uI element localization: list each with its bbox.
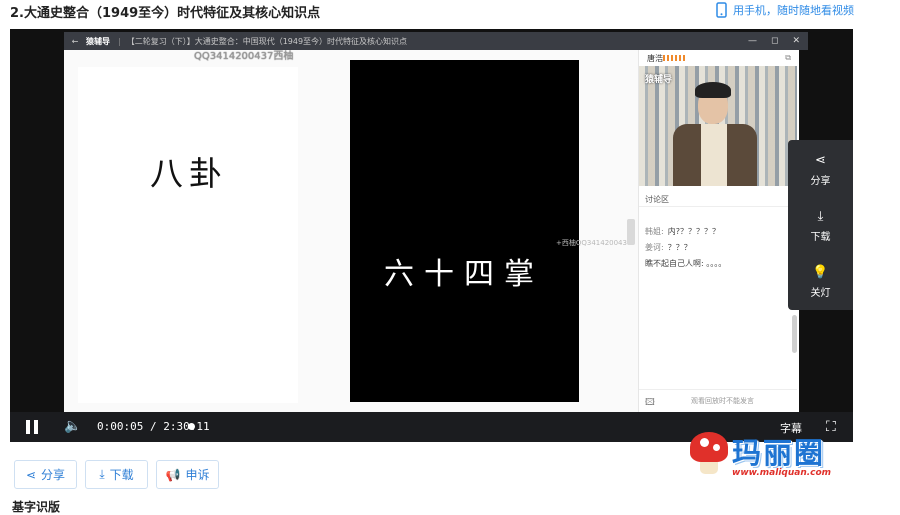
course-title: 【二轮复习（下）】大通史整合：中国现代（1949至今）时代特征及核心知识点 bbox=[126, 36, 408, 46]
progress-handle[interactable] bbox=[188, 423, 195, 430]
download-label: 下载 bbox=[109, 468, 134, 482]
watermark-middle: +西柚QQ3414200437 bbox=[556, 239, 632, 247]
restore-icon: ◻ bbox=[770, 36, 779, 46]
chat-footer: 🖾 观看回放时不能发言 bbox=[639, 389, 797, 412]
discussion-title: 讨论区 bbox=[645, 195, 669, 204]
menu-download-label: 下载 bbox=[810, 232, 831, 243]
pause-icon[interactable] bbox=[26, 420, 38, 434]
total-time: 2:30:11 bbox=[163, 420, 210, 433]
popout-icon: ⧉ bbox=[785, 53, 791, 62]
whiteboard-right bbox=[350, 60, 579, 402]
mobile-watch-link[interactable]: 用手机，随时随地看视频 bbox=[716, 2, 854, 18]
back-arrow-icon: ← bbox=[71, 36, 79, 46]
share-label: 分享 bbox=[41, 468, 66, 482]
app-brand: 猿辅导 bbox=[86, 36, 110, 46]
menu-share-button[interactable]: ⋖ 分享 bbox=[788, 153, 853, 188]
report-label: 申诉 bbox=[185, 468, 210, 482]
logo-name: 玛丽圈 bbox=[732, 436, 826, 470]
chat-message: 瞧不起自己人啊: 。。。。 bbox=[645, 259, 727, 268]
menu-light-off-button[interactable]: 💡 关灯 bbox=[788, 265, 853, 300]
teacher-camera: 猿辅导 bbox=[639, 66, 797, 186]
window-controls: — ◻ ✕ bbox=[748, 32, 800, 50]
share-icon: ⋖ bbox=[25, 467, 37, 482]
teacher-name: 唐浩 bbox=[647, 54, 663, 63]
download-button[interactable]: ⤓ 下载 bbox=[85, 460, 148, 489]
phone-icon bbox=[716, 2, 727, 18]
menu-light-off-label: 关灯 bbox=[810, 288, 831, 299]
menu-download-button[interactable]: ⤓ 下载 bbox=[788, 209, 853, 244]
teacher-hat bbox=[695, 82, 731, 98]
share-icon: ⋖ bbox=[815, 153, 826, 168]
recorded-window-titlebar: ← 猿辅导 | 【二轮复习（下）】大通史整合：中国现代（1949至今）时代特征及… bbox=[64, 32, 808, 50]
mushroom-icon bbox=[690, 432, 728, 462]
image-icon: 🖾 bbox=[645, 398, 655, 408]
volume-icon[interactable]: 🔈 bbox=[64, 418, 81, 434]
bulb-icon: 💡 bbox=[812, 265, 829, 280]
share-button[interactable]: ⋖ 分享 bbox=[14, 460, 77, 489]
mushroom-spot bbox=[700, 438, 709, 447]
menu-share-label: 分享 bbox=[810, 176, 831, 187]
discussion-divider bbox=[639, 206, 797, 207]
megaphone-icon: 📢 bbox=[165, 467, 181, 482]
close-icon: ✕ bbox=[792, 36, 800, 46]
logo-url: www.maliquan.com bbox=[732, 468, 832, 478]
chat-disabled-note: 观看回放时不能发言 bbox=[691, 397, 754, 405]
whiteboard-left bbox=[78, 67, 298, 403]
site-logo: 玛丽圈 www.maliquan.com bbox=[686, 428, 876, 486]
section-heading: 基字识版 bbox=[12, 500, 61, 514]
panel-collapse-tab bbox=[627, 219, 635, 245]
watermark-top: QQ3414200437西柚 bbox=[194, 51, 294, 62]
board-text-right: 六十四掌 bbox=[384, 257, 544, 292]
download-icon: ⤓ bbox=[99, 467, 105, 481]
mobile-link-label: 用手机，随时随地看视频 bbox=[733, 4, 854, 17]
page-title: 2.大通史整合（1949至今）时代特征及其核心知识点 bbox=[10, 6, 321, 21]
panel-scrollbar[interactable] bbox=[792, 315, 797, 353]
video-player[interactable]: ← 猿辅导 | 【二轮复习（下）】大通史整合：中国现代（1949至今）时代特征及… bbox=[10, 29, 853, 442]
floating-menu: ⋖ 分享 ⤓ 下载 💡 关灯 bbox=[788, 140, 853, 310]
live-side-panel: 唐浩 ⧉ 猿辅导 讨论区 韩姐: 内?？？？？？ 姜诃:？？？ 瞧不起自己人啊: … bbox=[638, 50, 799, 412]
camera-logo: 猿辅导 bbox=[645, 75, 673, 85]
report-button[interactable]: 📢 申诉 bbox=[156, 460, 219, 489]
teacher-shirt bbox=[701, 124, 727, 186]
board-text-left: 八卦 bbox=[150, 154, 228, 193]
chat-message: 姜诃:？？？ bbox=[645, 243, 692, 252]
chat-message: 韩姐: 内?？？？？？ bbox=[645, 227, 720, 236]
current-time: 0:00:05 bbox=[97, 420, 144, 433]
minimize-icon: — bbox=[747, 36, 757, 46]
title-separator: | bbox=[118, 36, 121, 46]
signal-bars-icon bbox=[663, 55, 687, 61]
download-icon: ⤓ bbox=[817, 209, 824, 224]
mushroom-spot bbox=[713, 444, 720, 451]
